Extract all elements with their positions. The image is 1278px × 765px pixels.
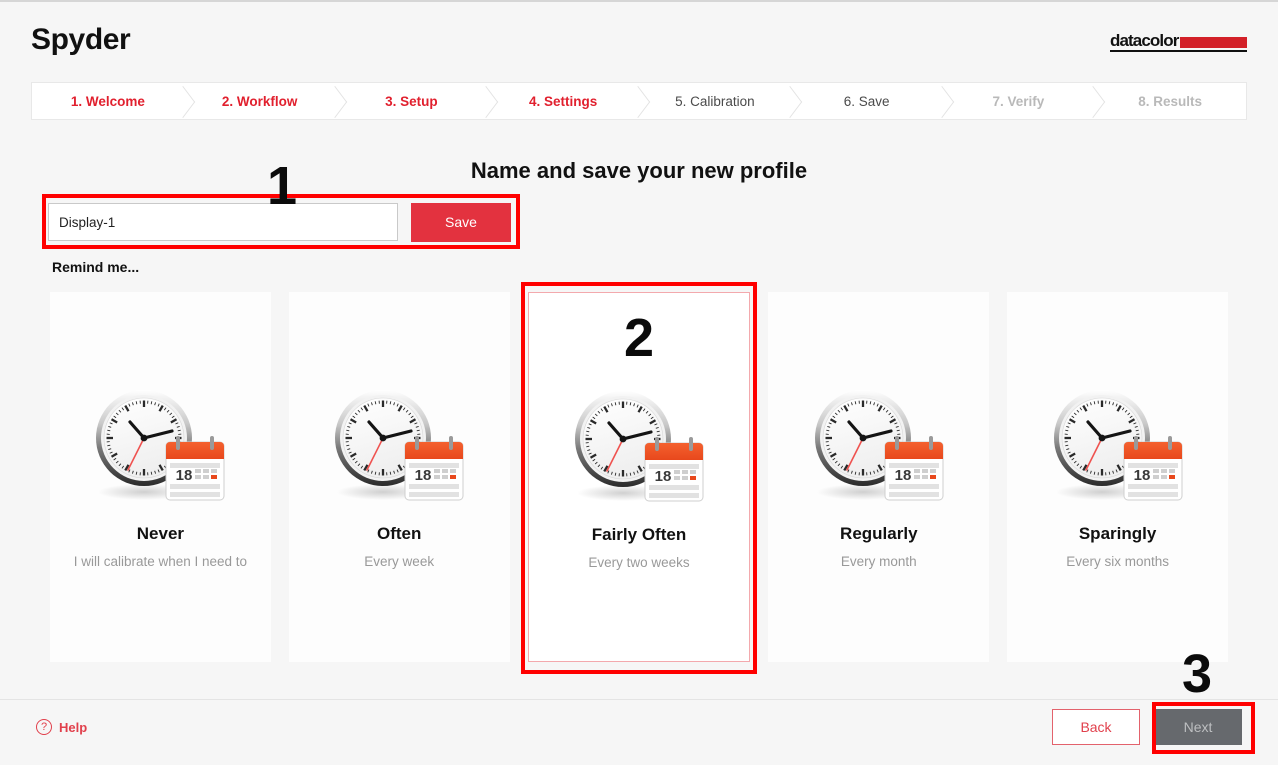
reminder-card-fairly-often[interactable]: 2 18 Fairly Often Every two weeks — [527, 292, 751, 662]
question-mark-icon: ? — [36, 719, 52, 735]
card-title: Often — [377, 524, 422, 543]
reminder-card-often[interactable]: 18 Often Every week — [288, 292, 510, 662]
reminder-card-never[interactable]: 18 Never I will calibrate when I need to — [50, 292, 271, 662]
clock-calendar-icon-wrap: 18 — [92, 386, 228, 508]
clock-calendar-icon-wrap: 18 — [1050, 386, 1186, 508]
svg-text:18: 18 — [655, 468, 672, 485]
calendar-icon: 18 — [884, 436, 944, 501]
card-title: Never — [136, 524, 185, 543]
page-title: Name and save your new profile — [470, 158, 808, 183]
help-link[interactable]: ? Help — [36, 719, 87, 735]
reminder-card-sparingly[interactable]: 18 Sparingly Every six months — [1007, 292, 1228, 662]
step-6[interactable]: 6. Save — [791, 83, 943, 119]
card-title: Fairly Often — [591, 525, 687, 544]
svg-text:18: 18 — [1133, 467, 1150, 484]
calendar-icon: 18 — [404, 436, 464, 501]
footer-bar: ? Help Back Next — [0, 699, 1278, 765]
clock-calendar-icon-wrap: 18 — [811, 386, 947, 508]
profile-name-row: Save — [48, 200, 513, 244]
card-title: Regularly — [840, 524, 918, 543]
main-content: Name and save your new profile Save Remi… — [0, 120, 1278, 699]
back-button[interactable]: Back — [1052, 709, 1140, 745]
card-subtitle: Every two weeks — [588, 555, 690, 570]
reminder-card-regularly[interactable]: 18 Regularly Every month — [768, 292, 990, 662]
step-4[interactable]: 4. Settings — [487, 83, 639, 119]
clock-calendar-icon: 18 — [335, 390, 464, 501]
calendar-icon: 18 — [1123, 436, 1183, 501]
logo-red-bar — [1180, 37, 1247, 48]
clock-calendar-icon: 18 — [1053, 390, 1183, 501]
step-7[interactable]: 7. Verify — [943, 83, 1095, 119]
app-header: Spyder datacolor — [0, 2, 1278, 78]
app-title: Spyder — [31, 23, 131, 56]
spyder-app-window: Spyder datacolor 1. Welcome 2. Workflow 3.… — [0, 0, 1278, 765]
remind-me-label: Remind me... — [52, 259, 140, 275]
step-2[interactable]: 2. Workflow — [184, 83, 336, 119]
calendar-icon: 18 — [165, 436, 225, 501]
help-label: Help — [59, 719, 88, 735]
logo-underline — [1110, 50, 1247, 52]
logo-wordmark: datacolor — [1110, 31, 1179, 50]
save-button[interactable]: Save — [411, 202, 511, 242]
card-subtitle: Every week — [364, 554, 435, 569]
step-8[interactable]: 8. Results — [1094, 83, 1246, 119]
clock-calendar-icon: 18 — [574, 391, 704, 502]
card-subtitle: Every month — [840, 554, 917, 569]
card-annotation-number: 2 — [623, 308, 655, 368]
next-button[interactable]: Next — [1154, 709, 1242, 745]
clock-calendar-icon-wrap: 18 — [571, 387, 707, 509]
svg-text:18: 18 — [894, 467, 911, 484]
datacolor-logo: datacolor — [1110, 32, 1247, 52]
step-5[interactable]: 5. Calibration — [639, 83, 791, 119]
calendar-icon: 18 — [644, 437, 704, 502]
profile-name-input[interactable] — [48, 203, 398, 241]
reminder-options-list: 18 Never I will calibrate when I need to — [50, 292, 1228, 662]
card-subtitle: Every six months — [1066, 554, 1169, 569]
svg-text:18: 18 — [415, 467, 432, 484]
step-1[interactable]: 1. Welcome — [32, 83, 184, 119]
clock-calendar-icon: 18 — [96, 390, 225, 501]
clock-calendar-icon: 18 — [814, 390, 944, 501]
wizard-step-breadcrumb: 1. Welcome 2. Workflow 3. Setup 4. Settings… — [31, 82, 1247, 120]
card-subtitle: I will calibrate when I need to — [73, 554, 248, 569]
clock-calendar-icon-wrap: 18 — [331, 386, 467, 508]
step-3[interactable]: 3. Setup — [336, 83, 488, 119]
card-title: Sparingly — [1078, 524, 1157, 543]
svg-text:18: 18 — [176, 467, 193, 484]
